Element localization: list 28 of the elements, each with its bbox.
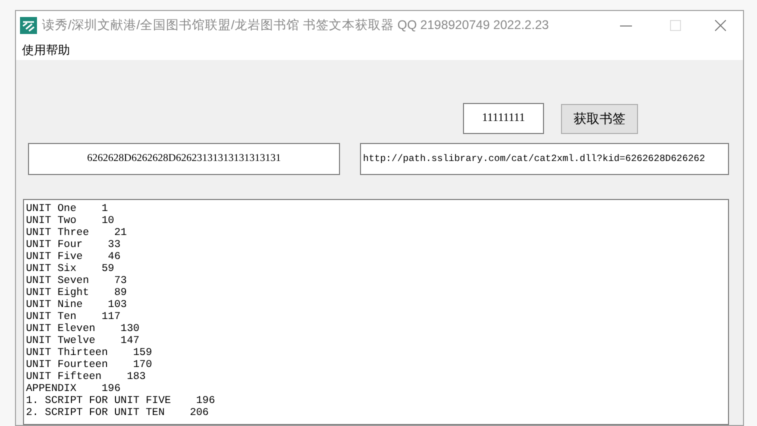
output-line: UNIT Thirteen 159: [26, 347, 152, 359]
app-logo-icon: [20, 17, 37, 34]
output-line: UNIT Two 10: [26, 215, 114, 227]
input-field[interactable]: 11111111: [463, 103, 544, 134]
output-line: UNIT Ten 117: [26, 311, 121, 323]
output-line: UNIT Seven 73: [26, 275, 127, 287]
url-field[interactable]: http://path.sslibrary.com/cat/cat2xml.dll?kid=6262628D626262: [360, 143, 729, 175]
close-icon[interactable]: [715, 20, 726, 31]
output-line: UNIT Nine 103: [26, 299, 127, 311]
fetch-bookmark-button[interactable]: 获取书签: [561, 104, 638, 134]
output-line: UNIT Fourteen 170: [26, 359, 152, 371]
output-line: APPENDIX 196: [26, 383, 121, 395]
output-line: UNIT One 1: [26, 203, 108, 215]
output-line: 1. SCRIPT FOR UNIT FIVE 196: [26, 395, 216, 407]
output-line: UNIT Eight 89: [26, 287, 127, 299]
output-line: UNIT Twelve 147: [26, 335, 140, 347]
menu-item[interactable]: 使用帮助: [22, 41, 70, 59]
output-line: UNIT Six 59: [26, 263, 114, 275]
output-line: UNIT Three 21: [26, 227, 127, 239]
window-title: 读秀/深圳文献港/全国图书馆联盟/龙岩图书馆 书签文本获取器 QQ 2198920749 2022.2.23: [42, 17, 549, 34]
input-field[interactable]: 6262628D6262628D62623131313131313131: [28, 143, 340, 175]
minimize-icon[interactable]: [620, 24, 632, 26]
output-line: UNIT Four 33: [26, 239, 121, 251]
output-line: UNIT Five 46: [26, 251, 121, 263]
output-line: 2. SCRIPT FOR UNIT TEN 206: [26, 407, 209, 419]
output-line: UNIT Fifteen 183: [26, 371, 146, 383]
output-line: UNIT Eleven 130: [26, 323, 140, 335]
text-area[interactable]: [23, 199, 729, 425]
